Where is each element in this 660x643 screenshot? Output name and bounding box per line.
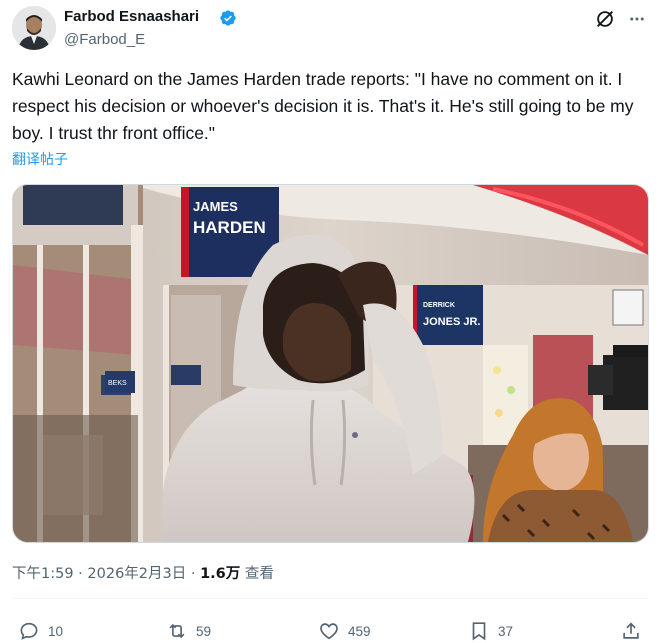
grok-icon[interactable]	[594, 8, 616, 30]
author-handle[interactable]: @Farbod_E	[64, 31, 145, 48]
more-icon[interactable]	[627, 10, 647, 28]
views-label: 查看	[240, 566, 274, 582]
tweet-date[interactable]: 2026年2月3日	[87, 566, 186, 582]
meta-separator: ·	[73, 566, 88, 582]
tweet-text: Kawhi Leonard on the James Harden trade …	[12, 69, 634, 143]
share-icon	[623, 622, 639, 639]
bookmark-icon	[472, 622, 486, 641]
tweet-time[interactable]: 下午1:59	[12, 566, 74, 582]
views-count: 1.6万	[200, 566, 241, 582]
repost-count: 59	[196, 623, 212, 639]
repost-button[interactable]: 59	[166, 620, 211, 642]
like-icon	[320, 623, 338, 640]
sign-jones-first: DERRICK	[423, 302, 455, 309]
meta-separator-2: ·	[186, 566, 201, 582]
like-button[interactable]: 459	[318, 620, 371, 642]
reply-count: 10	[48, 623, 64, 639]
verified-badge-icon[interactable]	[219, 9, 237, 27]
tweet-photo[interactable]: JAMES HARDEN DERRICK JONES JR. BEKS	[12, 184, 649, 543]
sign-harden-last: HARDEN	[193, 218, 266, 237]
tweet-header: Farbod Esnaashari @Farbod_E	[0, 0, 660, 60]
bookmark-count: 37	[498, 623, 514, 639]
like-count: 459	[348, 623, 371, 639]
translate-link[interactable]: 翻译帖子	[12, 149, 68, 169]
share-button[interactable]	[620, 620, 642, 642]
reply-button[interactable]: 10	[18, 620, 63, 642]
divider	[12, 598, 648, 599]
avatar[interactable]	[12, 6, 56, 50]
tweet-meta: 下午1:59 · 2026年2月3日 · 1.6万 查看	[12, 562, 274, 583]
photo-scene: JAMES HARDEN DERRICK JONES JR. BEKS	[13, 185, 648, 542]
sign-beks: BEKS	[108, 380, 127, 387]
sign-jones-last: JONES JR.	[423, 316, 480, 328]
author-name[interactable]: Farbod Esnaashari	[64, 8, 199, 25]
bookmark-button[interactable]: 37	[468, 620, 513, 642]
sign-harden-first: JAMES	[193, 199, 238, 214]
reply-icon	[20, 622, 38, 640]
repost-icon	[169, 623, 185, 639]
